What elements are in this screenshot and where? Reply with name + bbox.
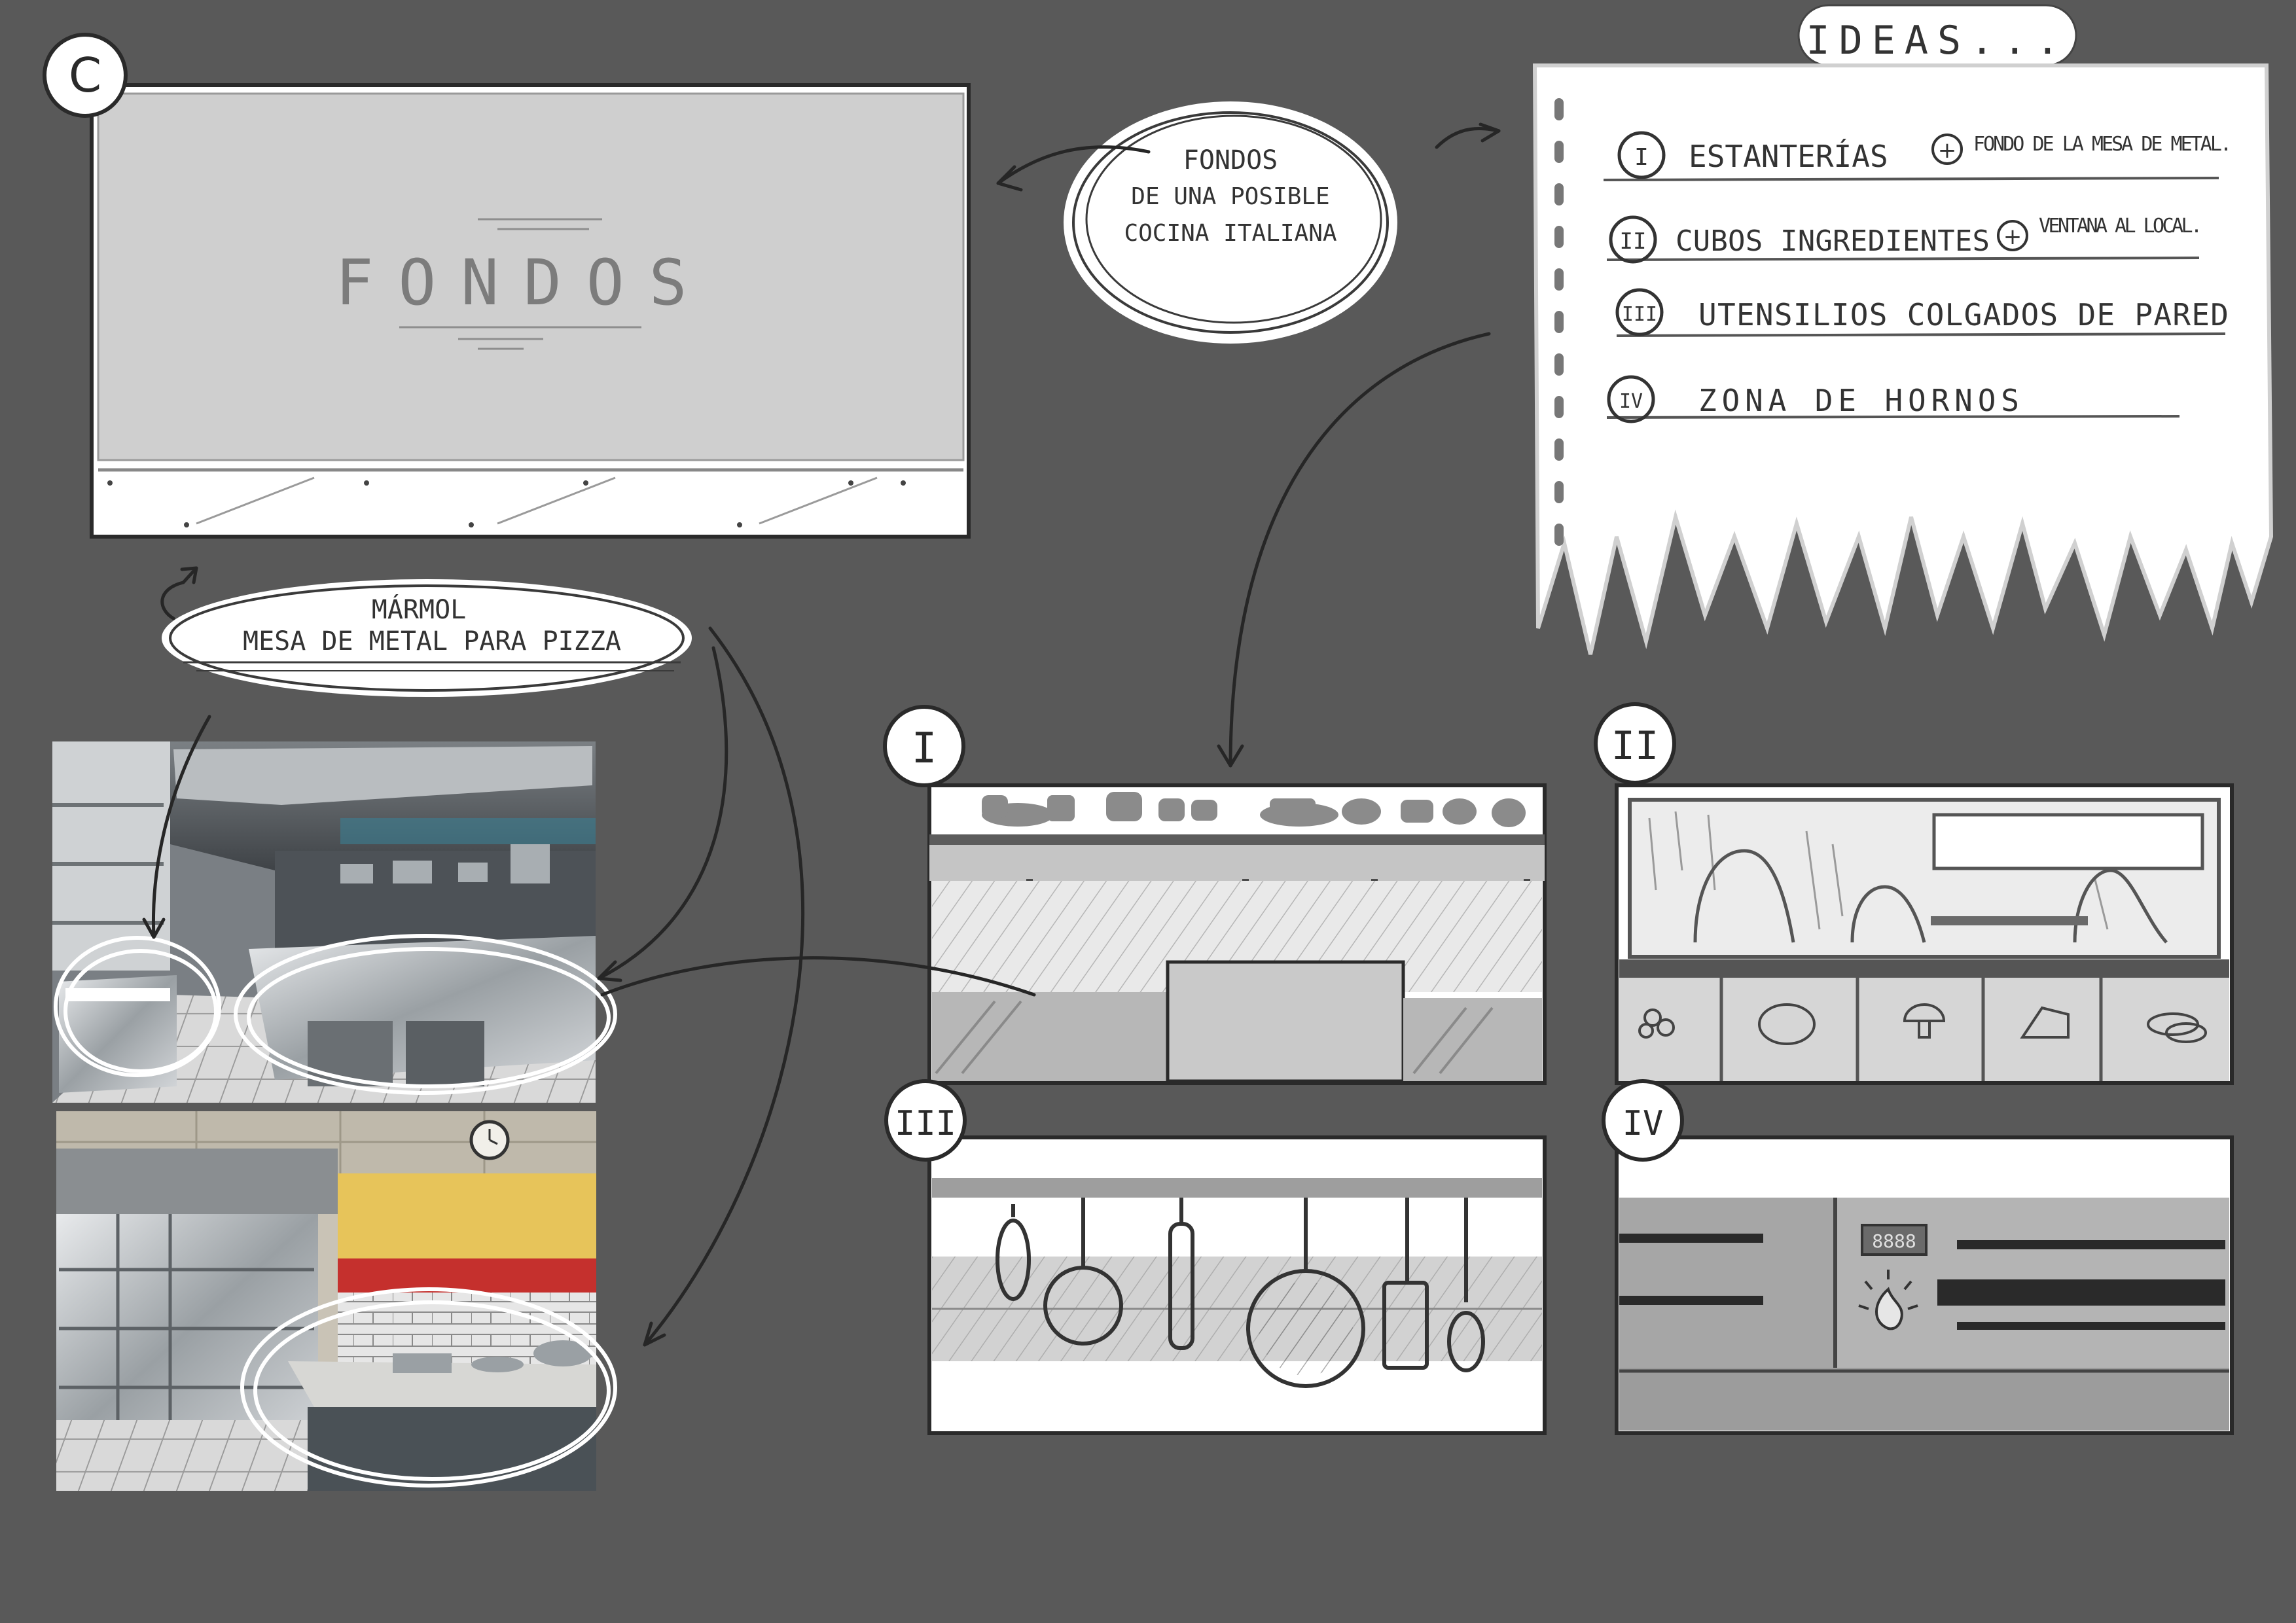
idea-item-3: III UTENSILIOS COLGADOS DE PARED (1615, 288, 2229, 336)
idea-item-1-number: I (1634, 144, 1649, 171)
idea-item-3-text: UTENSILIOS COLGADOS DE PARED (1698, 297, 2229, 332)
marble-note-line2: MESA DE METAL PARA PIZZA (243, 626, 621, 656)
panel-4-number: IV (1623, 1104, 1664, 1143)
sheet-badge-letter: C (69, 48, 101, 103)
panel-3-number: III (895, 1104, 956, 1143)
marble-note-line1: MÁRMOL (372, 594, 467, 625)
plus-icon: + (1938, 137, 1957, 164)
idea-item-1-text: ESTANTERÍAS (1689, 139, 1888, 174)
backgrounds-note-line2: DE UNA POSIBLE (1131, 183, 1329, 210)
reference-photo-kitchen-1 (52, 741, 617, 1103)
idea-item-2-number: II (1620, 228, 1647, 255)
panel-2-number: II (1611, 723, 1659, 769)
panel-3-badge: III (884, 1079, 967, 1162)
panel-2-ingredients (1615, 783, 2234, 1085)
backgrounds-note-line3: COCINA ITALIANA (1124, 220, 1336, 247)
panel-2-badge: II (1594, 702, 1676, 785)
main-panel-label: FONDOS (336, 246, 712, 319)
panel-1-badge: I (883, 705, 965, 787)
reference-photo-kitchen-2 (56, 1111, 617, 1491)
ideas-title: IDEAS... (1806, 18, 2069, 63)
idea-item-3-number: III (1622, 303, 1657, 326)
panel-1-number: I (912, 724, 937, 773)
panel-3-utensils (927, 1135, 1547, 1435)
panel-1-shelves (927, 783, 1547, 1085)
idea-item-4-number: IV (1619, 390, 1643, 413)
panel-4-badge: IV (1602, 1079, 1684, 1162)
idea-item-2-extra: VENTANA AL LOCAL. (2039, 215, 2202, 238)
oven-display-digits: 8888 (1872, 1230, 1916, 1252)
panel-4-ovens: 8888 (1615, 1135, 2234, 1435)
sheet-badge: C (43, 33, 128, 118)
backgrounds-note-line1: FONDOS (1183, 145, 1278, 175)
idea-item-1-extra: FONDO DE LA MESA DE METAL. (1973, 133, 2232, 156)
idea-item-2-text: CUBOS INGREDIENTES (1676, 224, 1990, 258)
plus-icon: + (2003, 224, 2022, 250)
